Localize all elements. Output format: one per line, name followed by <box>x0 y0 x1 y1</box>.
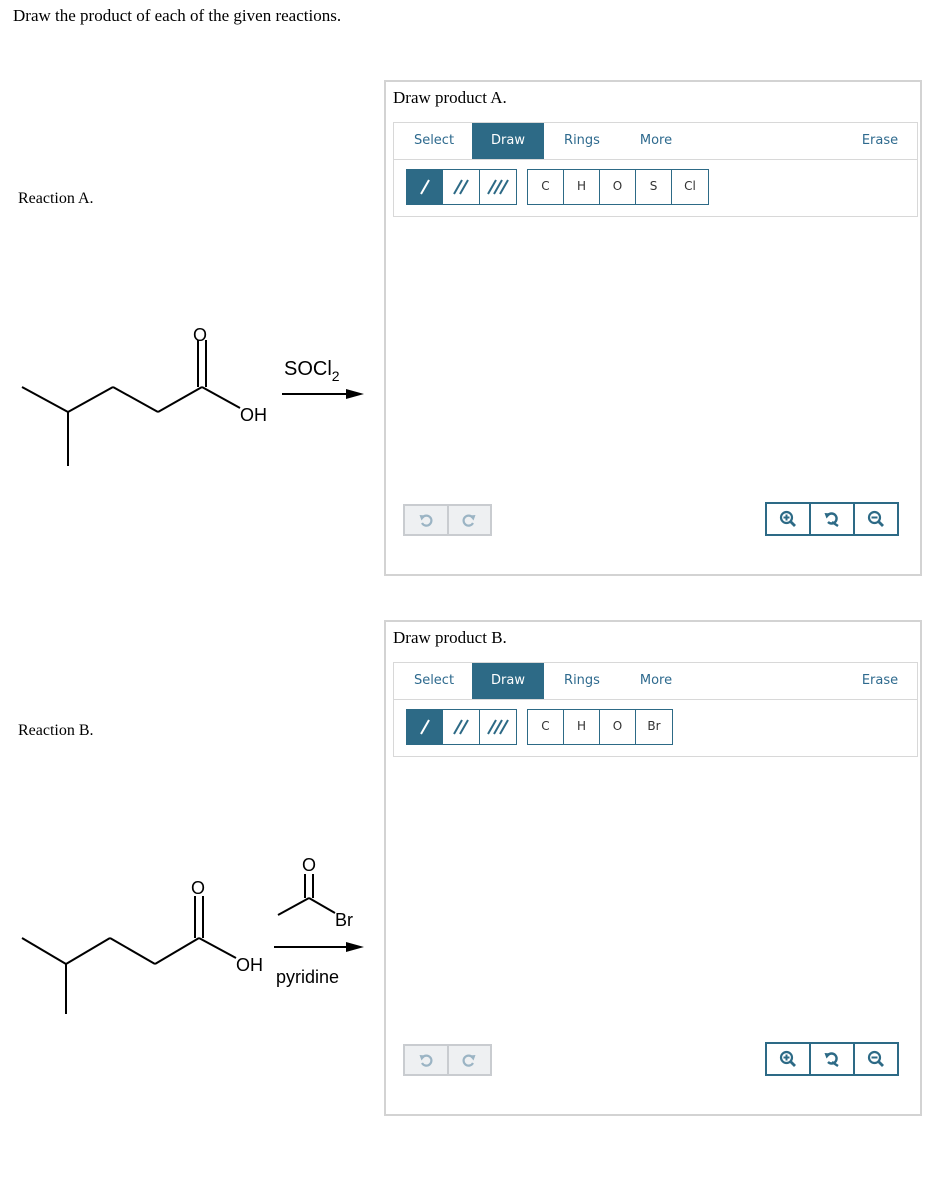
panel-b-tool-row: C H O Br <box>393 699 918 757</box>
zoom-reset-icon[interactable] <box>811 1044 855 1074</box>
panel-b-title: Draw product B. <box>393 628 507 647</box>
zoom-in-icon[interactable] <box>767 1044 811 1074</box>
single-bond-icon[interactable] <box>407 710 444 744</box>
atom-c-button[interactable]: C <box>528 170 564 204</box>
atom-o-button[interactable]: O <box>600 170 636 204</box>
zoom-out-icon[interactable] <box>855 1044 897 1074</box>
carbonyl-oxygen-label: O <box>193 325 207 345</box>
instruction-text: Draw the product of each of the given re… <box>13 6 342 25</box>
tab-erase[interactable]: Erase <box>850 663 910 699</box>
single-bond-icon[interactable] <box>407 170 444 204</box>
tab-more[interactable]: More <box>626 663 686 699</box>
reagent-socl2-label: SOCl2 <box>284 358 340 384</box>
panel-b-toolbar: Select Draw Rings More Erase <box>393 662 918 700</box>
double-bond-icon[interactable] <box>443 170 480 204</box>
triple-bond-icon[interactable] <box>480 170 516 204</box>
draw-panel-a: Draw product A. Select Draw Rings More E… <box>384 80 922 576</box>
history-group <box>403 1044 492 1076</box>
hydroxyl-label: OH <box>240 405 267 425</box>
reaction-a-label: Reaction A. <box>18 190 94 207</box>
zoom-out-icon[interactable] <box>855 504 897 534</box>
tab-draw[interactable]: Draw <box>472 663 544 699</box>
tab-more[interactable]: More <box>626 123 686 159</box>
reaction-a-scheme: O OH SOCl2 <box>21 325 364 466</box>
reaction-b-scheme: O OH O Br pyridine <box>21 855 364 1014</box>
acyl-bromide-oxygen-label: O <box>302 855 316 875</box>
atom-h-button[interactable]: H <box>564 170 600 204</box>
zoom-in-icon[interactable] <box>767 504 811 534</box>
redo-icon[interactable] <box>449 1046 491 1074</box>
atom-br-button[interactable]: Br <box>636 710 672 744</box>
tab-select[interactable]: Select <box>396 663 472 699</box>
hydroxyl-label-b: OH <box>236 955 263 975</box>
reaction-b-label: Reaction B. <box>18 722 94 739</box>
panel-a-title: Draw product A. <box>393 88 507 107</box>
bond-tool-group <box>406 169 517 205</box>
redo-icon[interactable] <box>449 506 491 534</box>
triple-bond-icon[interactable] <box>480 710 516 744</box>
double-bond-icon[interactable] <box>443 710 480 744</box>
zoom-reset-icon[interactable] <box>811 504 855 534</box>
draw-panel-b: Draw product B. Select Draw Rings More E… <box>384 620 922 1116</box>
pyridine-label: pyridine <box>276 967 339 987</box>
tab-erase[interactable]: Erase <box>850 123 910 159</box>
bromine-label: Br <box>335 910 353 930</box>
undo-icon[interactable] <box>405 506 449 534</box>
atom-tool-group: C H O S Cl <box>527 169 709 205</box>
undo-icon[interactable] <box>405 1046 449 1074</box>
zoom-group <box>765 502 899 536</box>
zoom-group <box>765 1042 899 1076</box>
tab-select[interactable]: Select <box>396 123 472 159</box>
atom-h-button[interactable]: H <box>564 710 600 744</box>
history-group <box>403 504 492 536</box>
atom-c-button[interactable]: C <box>528 710 564 744</box>
tab-draw[interactable]: Draw <box>472 123 544 159</box>
panel-a-tool-row: C H O S Cl <box>393 159 918 217</box>
atom-cl-button[interactable]: Cl <box>672 170 708 204</box>
atom-tool-group: C H O Br <box>527 709 673 745</box>
bond-tool-group <box>406 709 517 745</box>
tab-rings[interactable]: Rings <box>552 123 612 159</box>
atom-o-button[interactable]: O <box>600 710 636 744</box>
atom-s-button[interactable]: S <box>636 170 672 204</box>
panel-a-toolbar: Select Draw Rings More Erase <box>393 122 918 160</box>
carbonyl-oxygen-label-b: O <box>191 878 205 898</box>
tab-rings[interactable]: Rings <box>552 663 612 699</box>
